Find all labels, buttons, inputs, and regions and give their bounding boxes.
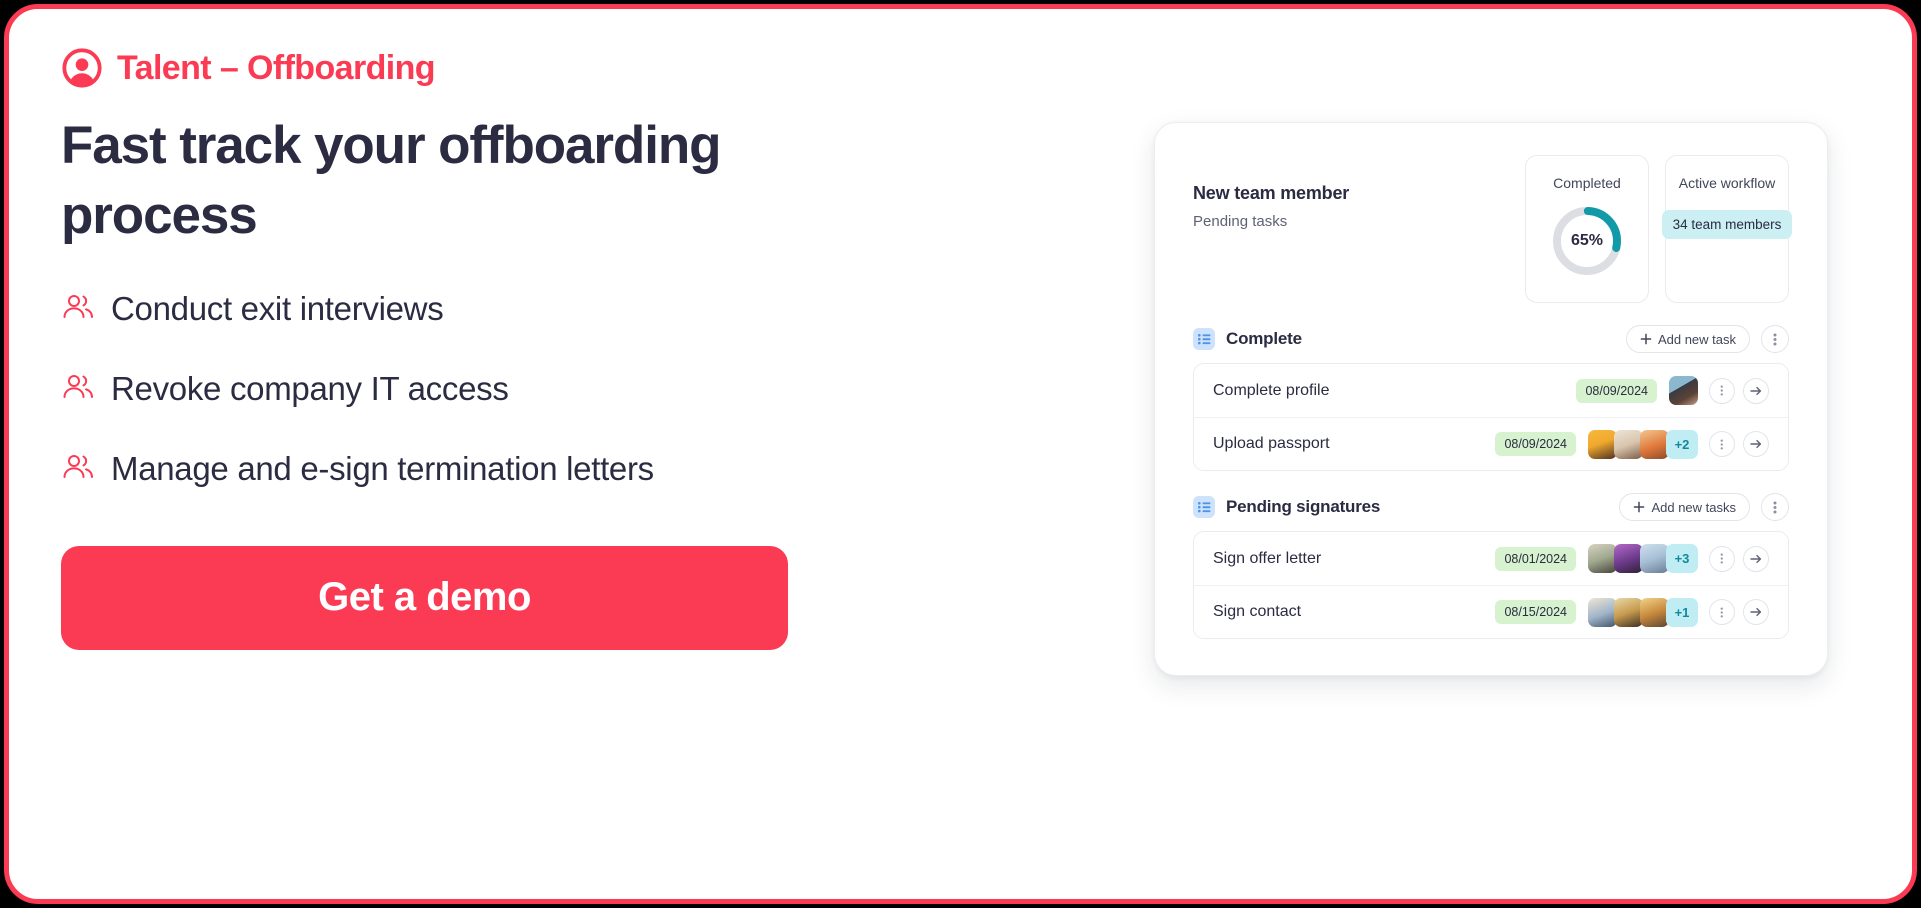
avatar xyxy=(1614,429,1643,459)
task-menu-button[interactable] xyxy=(1709,545,1735,572)
plus-icon xyxy=(1634,501,1645,513)
list-icon xyxy=(1193,328,1215,350)
task-label: Upload passport xyxy=(1213,435,1330,452)
list-item: Revoke company IT access xyxy=(61,370,861,408)
card-subtitle: Pending tasks xyxy=(1193,213,1288,230)
avatar xyxy=(1588,429,1617,459)
avatar xyxy=(1640,597,1669,627)
task-label: Sign offer letter xyxy=(1213,549,1322,567)
section-header: Pending signatures Add new tasks xyxy=(1193,493,1789,521)
people-icon xyxy=(63,294,93,318)
card-title-group: New team member Pending tasks xyxy=(1193,155,1509,230)
open-task-button[interactable] xyxy=(1743,377,1769,404)
table-row[interactable]: Sign offer letter 08/01/2024 +3 xyxy=(1194,532,1788,585)
avatar xyxy=(1588,544,1617,573)
avatar-overflow-badge: +3 xyxy=(1666,544,1698,573)
list-item-label: Manage and e-sign termination letters xyxy=(111,449,654,487)
card-header: New team member Pending tasks Completed … xyxy=(1193,155,1793,303)
completion-percent: 65% xyxy=(1570,232,1604,249)
more-vertical-icon xyxy=(1773,333,1777,345)
stat-label: Completed xyxy=(1553,175,1621,191)
task-list: Complete profile 08/09/2024 Upload passp… xyxy=(1193,363,1789,471)
arrow-right-circle-icon xyxy=(1750,439,1762,449)
assignee-avatars: +2 xyxy=(1588,429,1698,459)
more-vertical-icon xyxy=(1720,385,1724,396)
open-task-button[interactable] xyxy=(1743,599,1769,625)
team-members-badge: 34 team members xyxy=(1661,210,1793,239)
add-new-tasks-label: Add new tasks xyxy=(1651,499,1736,515)
avatar xyxy=(1614,597,1643,627)
feature-list: Conduct exit interviews Revoke company I… xyxy=(61,290,861,488)
task-label: Sign contact xyxy=(1213,603,1302,620)
arrow-right-circle-icon xyxy=(1750,607,1762,617)
section-header: Complete Add new task xyxy=(1193,325,1789,353)
task-section-pending-signatures: Pending signatures Add new tasks Sign of… xyxy=(1193,493,1789,639)
list-item: Manage and e-sign termination letters xyxy=(61,450,861,488)
eyebrow: Talent – Offboarding xyxy=(61,47,861,89)
promo-frame: Talent – Offboarding Fast track your off… xyxy=(4,4,1917,904)
get-a-demo-button[interactable]: Get a demo xyxy=(61,545,788,650)
assignee-avatars xyxy=(1669,376,1698,405)
more-vertical-icon xyxy=(1773,501,1777,513)
hero-content: Talent – Offboarding Fast track your off… xyxy=(61,47,861,650)
assignee-avatars: +1 xyxy=(1588,597,1698,627)
table-row[interactable]: Sign contact 08/15/2024 +1 xyxy=(1194,585,1788,638)
stat-label: Active workflow xyxy=(1678,175,1776,191)
open-task-button[interactable] xyxy=(1743,431,1769,457)
add-new-tasks-button[interactable]: Add new tasks xyxy=(1619,493,1750,521)
avatar xyxy=(1588,597,1617,627)
task-label: Complete profile xyxy=(1213,381,1330,399)
open-task-button[interactable] xyxy=(1743,545,1769,572)
avatar xyxy=(1640,544,1669,573)
stat-card-completed: Completed 65% xyxy=(1525,155,1649,303)
avatar-overflow-badge: +1 xyxy=(1666,597,1698,627)
list-item-label: Conduct exit interviews xyxy=(111,289,444,327)
add-new-task-button[interactable]: Add new task xyxy=(1625,325,1750,353)
add-new-task-label: Add new task xyxy=(1657,331,1736,347)
due-date-badge: 08/09/2024 xyxy=(1576,378,1657,403)
list-item: Conduct exit interviews xyxy=(61,290,861,328)
task-menu-button[interactable] xyxy=(1709,377,1735,404)
section-title: Complete xyxy=(1226,329,1302,348)
due-date-badge: 08/15/2024 xyxy=(1495,600,1576,624)
table-row[interactable]: Complete profile 08/09/2024 xyxy=(1194,364,1788,417)
plus-icon xyxy=(1640,333,1652,345)
avatar xyxy=(1640,429,1669,459)
more-vertical-icon xyxy=(1720,439,1724,449)
section-title: Pending signatures xyxy=(1226,497,1381,516)
more-vertical-icon xyxy=(1720,607,1724,617)
stat-card-active-workflow: Active workflow 34 team members xyxy=(1661,155,1793,303)
completion-donut: 65% xyxy=(1550,204,1624,278)
card-title: New team member xyxy=(1193,183,1350,203)
task-menu-button[interactable] xyxy=(1709,599,1735,625)
task-section-complete: Complete Add new task Complete profile 0 xyxy=(1193,325,1789,471)
list-icon xyxy=(1193,496,1215,518)
task-menu-button[interactable] xyxy=(1709,431,1735,457)
section-menu-button[interactable] xyxy=(1761,493,1789,521)
app-preview-card: New team member Pending tasks Completed … xyxy=(1154,122,1828,676)
list-item-label: Revoke company IT access xyxy=(111,369,509,407)
table-row[interactable]: Upload passport 08/09/2024 +2 xyxy=(1194,417,1788,470)
avatar xyxy=(1669,376,1698,405)
arrow-right-circle-icon xyxy=(1750,554,1762,563)
assignee-avatars: +3 xyxy=(1588,544,1698,573)
due-date-badge: 08/09/2024 xyxy=(1495,432,1576,456)
people-icon xyxy=(63,374,93,398)
page-title: Fast track your offboarding process xyxy=(61,116,721,246)
people-icon xyxy=(63,454,93,478)
more-vertical-icon xyxy=(1720,553,1724,564)
due-date-badge: 08/01/2024 xyxy=(1495,546,1576,571)
avatar xyxy=(1614,544,1643,573)
eyebrow-label: Talent – Offboarding xyxy=(117,48,436,87)
section-menu-button[interactable] xyxy=(1761,325,1789,353)
arrow-right-circle-icon xyxy=(1750,386,1762,395)
person-circle-icon xyxy=(62,48,102,88)
task-list: Sign offer letter 08/01/2024 +3 Sign con… xyxy=(1193,531,1789,639)
avatar-overflow-badge: +2 xyxy=(1666,429,1698,459)
